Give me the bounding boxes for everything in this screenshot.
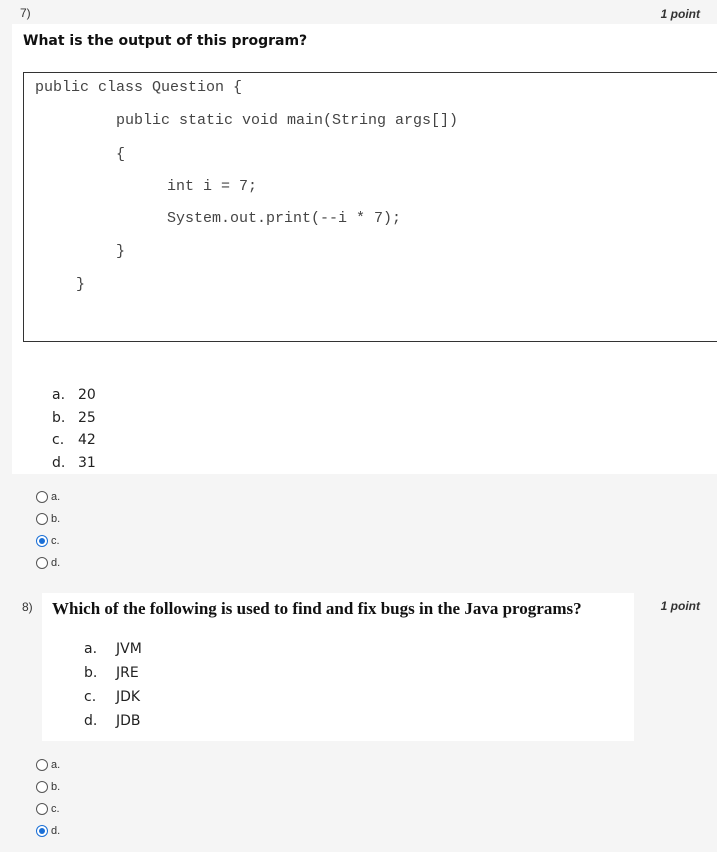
radio-label: a.	[51, 759, 61, 771]
option-letter: d.	[52, 454, 66, 471]
option-letter: a.	[52, 387, 66, 403]
radio-button[interactable]	[36, 759, 48, 771]
question-7-number: 7)	[20, 6, 31, 20]
radio-label: d.	[51, 825, 61, 837]
option-item: c. 42	[52, 432, 96, 455]
option-text: 20	[78, 387, 96, 403]
code-line-5: System.out.print(--i * 7);	[167, 210, 402, 227]
question-8-points: 1 point	[660, 599, 700, 613]
answer-choice-d[interactable]: d.	[36, 820, 60, 842]
question-8-number: 8)	[22, 600, 33, 614]
answer-choice-c[interactable]: c.	[36, 530, 60, 552]
question-8-answer-group: a. b. c. d.	[36, 754, 60, 842]
radio-label: a.	[51, 491, 61, 503]
question-7-answer-group: a. b. c. d.	[36, 486, 60, 574]
option-text: JRE	[116, 665, 139, 681]
radio-label: b.	[51, 781, 61, 793]
option-letter: c.	[52, 432, 65, 448]
radio-button[interactable]	[36, 513, 48, 525]
code-line-4: int i = 7;	[167, 178, 258, 195]
answer-choice-d[interactable]: d.	[36, 552, 60, 574]
question-7-title: What is the output of this program?	[23, 33, 308, 49]
radio-label: c.	[51, 803, 60, 815]
option-letter: c.	[84, 689, 97, 705]
radio-button[interactable]	[36, 557, 48, 569]
code-line-1: public class Question {	[35, 79, 243, 96]
option-letter: b.	[84, 665, 98, 681]
radio-button-selected[interactable]	[36, 535, 48, 547]
option-text: 42	[78, 432, 96, 448]
option-text: JVM	[116, 641, 142, 657]
answer-choice-b[interactable]: b.	[36, 776, 60, 798]
option-text: 25	[78, 409, 96, 426]
question-8-title: Which of the following is used to find a…	[52, 599, 582, 618]
code-line-3: {	[116, 146, 126, 163]
option-text: 31	[78, 454, 96, 471]
answer-choice-c[interactable]: c.	[36, 798, 60, 820]
code-line-6: }	[116, 243, 126, 260]
answer-choice-a[interactable]: a.	[36, 754, 60, 776]
option-letter: a.	[84, 641, 98, 657]
code-line-2: public static void main(String args[])	[116, 112, 459, 129]
option-item: d. 31	[52, 455, 96, 478]
option-letter: d.	[84, 713, 98, 729]
option-item: a. 20	[52, 387, 96, 410]
radio-button-selected[interactable]	[36, 825, 48, 837]
code-line-7: }	[76, 276, 86, 293]
option-item: b. JRE	[84, 665, 142, 689]
radio-label: c.	[51, 535, 60, 547]
radio-label: d.	[51, 557, 61, 569]
option-text: JDB	[116, 713, 141, 729]
answer-choice-b[interactable]: b.	[36, 508, 60, 530]
option-text: JDK	[116, 689, 141, 705]
option-item: c. JDK	[84, 689, 142, 713]
radio-button[interactable]	[36, 803, 48, 815]
option-letter: b.	[52, 409, 66, 426]
question-7-points: 1 point	[660, 7, 700, 21]
answer-choice-a[interactable]: a.	[36, 486, 60, 508]
option-item: b. 25	[52, 410, 96, 433]
option-item: a. JVM	[84, 641, 142, 665]
question-7-options: a. 20 b. 25 c. 42 d. 31	[52, 387, 96, 477]
code-block: public class Question { public static vo…	[23, 72, 717, 342]
radio-button[interactable]	[36, 781, 48, 793]
option-item: d. JDB	[84, 713, 142, 737]
question-8-options: a. JVM b. JRE c. JDK d. JDB	[84, 641, 142, 737]
radio-button[interactable]	[36, 491, 48, 503]
radio-label: b.	[51, 513, 61, 525]
